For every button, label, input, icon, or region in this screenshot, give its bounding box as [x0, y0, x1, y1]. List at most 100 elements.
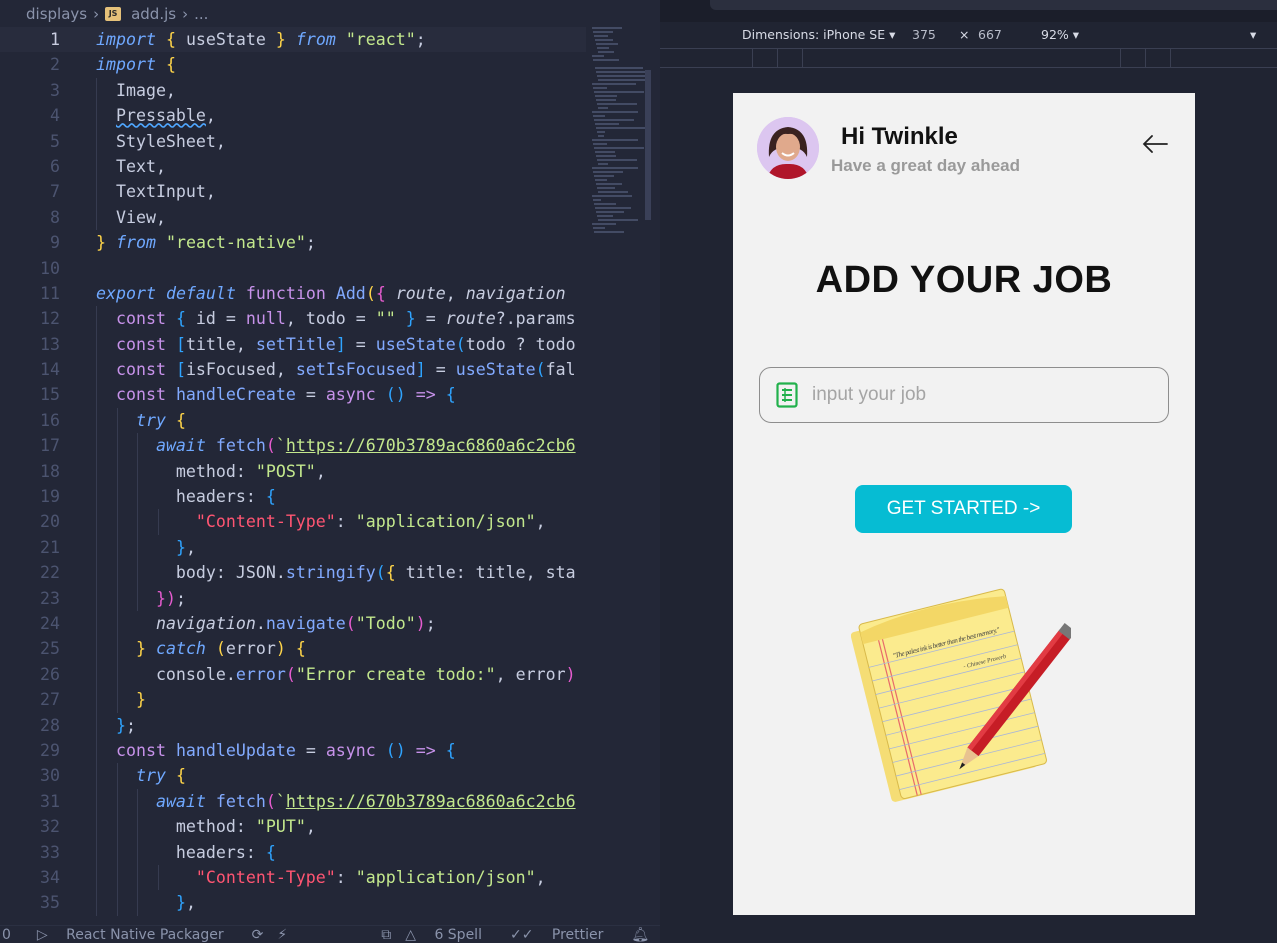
line-number[interactable]: 32: [0, 814, 60, 839]
code-line[interactable]: 21 },: [0, 534, 586, 561]
code-line[interactable]: 34 "Content-Type": "application/json",: [0, 864, 586, 891]
code-line[interactable]: 23 });: [0, 585, 586, 611]
code-line[interactable]: 33 headers: {: [0, 839, 586, 865]
code-line[interactable]: 1 import { useState } from "react";: [0, 27, 586, 53]
line-number[interactable]: 4: [0, 103, 60, 128]
code-line[interactable]: 25 } catch (error) {: [0, 636, 586, 662]
code-line[interactable]: 4 Pressable,: [0, 103, 586, 129]
device-select[interactable]: Dimensions: iPhone SE ▾: [742, 27, 895, 42]
code-text[interactable]: await fetch(`https://670b3789ac6860a6c2c…: [96, 789, 576, 814]
line-number[interactable]: 3: [0, 78, 60, 103]
line-number[interactable]: 21: [0, 535, 60, 560]
code-editor[interactable]: displays › JS add.js › ... 1 import { use…: [0, 0, 660, 943]
code-text[interactable]: },: [96, 535, 196, 560]
code-text[interactable]: } catch (error) {: [96, 636, 306, 661]
code-line[interactable]: 15 const handleCreate = async () => {: [0, 382, 586, 408]
code-line[interactable]: 29 const handleUpdate = async () => {: [0, 737, 586, 764]
code-text[interactable]: const [title, setTitle] = useState(todo …: [96, 332, 576, 357]
get-started-button[interactable]: GET STARTED ->: [855, 485, 1072, 533]
code-line[interactable]: 17 await fetch(`https://670b3789ac6860a6…: [0, 433, 586, 459]
code-text[interactable]: View,: [96, 205, 166, 230]
code-text[interactable]: const [isFocused, setIsFocused] = useSta…: [96, 357, 576, 382]
code-line[interactable]: 9 } from "react-native";: [0, 230, 586, 255]
code-line[interactable]: 2 import {: [0, 52, 586, 77]
code-text[interactable]: body: JSON.stringify({ title: title, sta: [96, 560, 576, 585]
code-line[interactable]: 24 navigation.navigate("Todo");: [0, 610, 586, 637]
line-number[interactable]: 8: [0, 205, 60, 230]
line-number[interactable]: 25: [0, 636, 60, 661]
code-text[interactable]: const handleUpdate = async () => {: [96, 738, 456, 763]
line-number[interactable]: 27: [0, 687, 60, 712]
line-number[interactable]: 6: [0, 154, 60, 179]
code-line[interactable]: 26 console.error("Error create todo:", e…: [0, 661, 586, 688]
line-number[interactable]: 13: [0, 332, 60, 357]
code-line[interactable]: 13 const [title, setTitle] = useState(to…: [0, 331, 586, 358]
job-input[interactable]: [812, 384, 1142, 406]
job-input-container[interactable]: [759, 367, 1169, 423]
code-line[interactable]: 6 Text,: [0, 153, 586, 180]
code-text[interactable]: import { useState } from "react";: [96, 27, 426, 52]
line-number[interactable]: 7: [0, 179, 60, 204]
code-line[interactable]: 8 View,: [0, 204, 586, 231]
breadcrumb-file[interactable]: add.js: [131, 5, 176, 23]
back-arrow-icon[interactable]: [1141, 133, 1169, 155]
breadcrumb-folder[interactable]: displays: [26, 5, 87, 23]
copilot-icon[interactable]: ⧉: [381, 927, 391, 943]
sync-icon[interactable]: ⟳: [252, 927, 264, 943]
code-line[interactable]: 3 Image,: [0, 77, 586, 104]
line-number[interactable]: 24: [0, 611, 60, 636]
line-number[interactable]: 31: [0, 789, 60, 814]
code-text[interactable]: } from "react-native";: [96, 230, 316, 255]
code-text[interactable]: console.error("Error create todo:", erro…: [96, 662, 576, 687]
code-line[interactable]: 19 headers: {: [0, 484, 586, 510]
line-number[interactable]: 17: [0, 433, 60, 458]
code-text[interactable]: Image,: [96, 78, 176, 103]
line-number[interactable]: 23: [0, 586, 60, 611]
code-line[interactable]: 27 }: [0, 687, 586, 713]
code-text[interactable]: method: "PUT",: [96, 814, 316, 839]
packager-status[interactable]: ▷ React Native Packager: [37, 927, 238, 943]
line-number[interactable]: 35: [0, 890, 60, 915]
code-text[interactable]: const { id = null, todo = "" } = route?.…: [96, 306, 576, 331]
editor-scrollbar[interactable]: [645, 70, 651, 220]
code-text[interactable]: const handleCreate = async () => {: [96, 382, 456, 407]
code-text[interactable]: import {: [96, 52, 176, 77]
code-text[interactable]: },: [96, 890, 196, 915]
line-number[interactable]: 1: [0, 27, 60, 52]
code-line[interactable]: 7 TextInput,: [0, 179, 586, 205]
line-number[interactable]: 26: [0, 662, 60, 687]
code-line[interactable]: 31 await fetch(`https://670b3789ac6860a6…: [0, 788, 586, 815]
media-query-ruler[interactable]: [660, 48, 1277, 68]
line-number[interactable]: 16: [0, 408, 60, 433]
line-number[interactable]: 12: [0, 306, 60, 331]
code-text[interactable]: export default function Add({ route, nav…: [96, 281, 576, 306]
line-number[interactable]: 30: [0, 763, 60, 788]
code-line[interactable]: 5 StyleSheet,: [0, 128, 586, 154]
code-text[interactable]: Pressable,: [96, 103, 216, 128]
code-text[interactable]: Text,: [96, 154, 166, 179]
line-number[interactable]: 28: [0, 713, 60, 738]
spell-status[interactable]: △ 6 Spell: [405, 927, 496, 943]
code-text[interactable]: try {: [96, 763, 186, 788]
code-text[interactable]: headers: {: [96, 840, 276, 865]
code-line[interactable]: 16 try {: [0, 407, 586, 434]
code-line[interactable]: 20 "Content-Type": "application/json",: [0, 509, 586, 535]
code-text[interactable]: };: [96, 713, 136, 738]
code-line[interactable]: 28 };: [0, 712, 586, 738]
code-lines[interactable]: 1 import { useState } from "react"; 2 impor…: [0, 27, 586, 916]
line-number[interactable]: 14: [0, 357, 60, 382]
line-number[interactable]: 22: [0, 560, 60, 585]
code-text[interactable]: navigation.navigate("Todo");: [96, 611, 436, 636]
code-text[interactable]: }: [96, 687, 146, 712]
line-number[interactable]: 10: [0, 256, 60, 281]
code-text[interactable]: StyleSheet,: [96, 129, 226, 154]
width-input[interactable]: 375: [912, 27, 936, 42]
line-number[interactable]: 15: [0, 382, 60, 407]
line-number[interactable]: 9: [0, 230, 60, 255]
more-options-icon[interactable]: ▾: [1250, 27, 1256, 42]
line-number[interactable]: 2: [0, 52, 60, 77]
prettier-status[interactable]: ✓✓ Prettier: [510, 927, 617, 943]
line-number[interactable]: 18: [0, 459, 60, 484]
code-line[interactable]: 11 export default function Add({ route, n…: [0, 281, 586, 306]
code-line[interactable]: 14 const [isFocused, setIsFocused] = use…: [0, 357, 586, 383]
